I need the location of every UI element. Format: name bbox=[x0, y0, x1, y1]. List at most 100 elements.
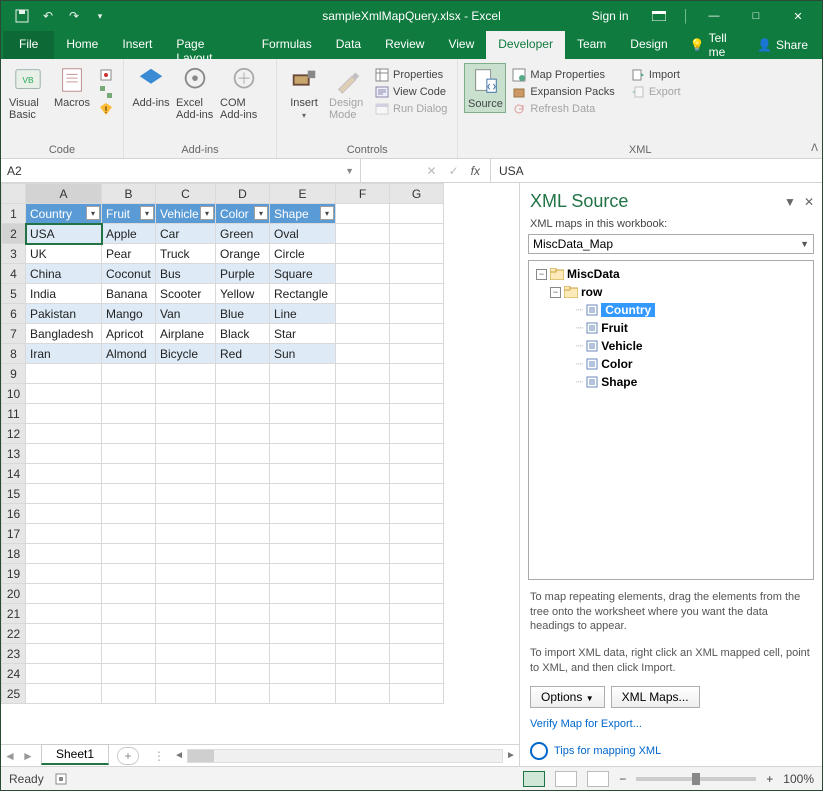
cell[interactable]: Apple bbox=[102, 224, 156, 244]
cell[interactable] bbox=[156, 564, 216, 584]
cell[interactable] bbox=[390, 304, 444, 324]
close-icon[interactable]: ✕ bbox=[778, 4, 818, 28]
cell[interactable] bbox=[26, 464, 102, 484]
cell[interactable] bbox=[390, 664, 444, 684]
tab-data[interactable]: Data bbox=[324, 31, 373, 59]
cell[interactable] bbox=[156, 544, 216, 564]
row-header[interactable]: 21 bbox=[2, 604, 26, 624]
row-header[interactable]: 23 bbox=[2, 644, 26, 664]
row-header[interactable]: 19 bbox=[2, 564, 26, 584]
cell[interactable] bbox=[390, 504, 444, 524]
cell[interactable] bbox=[216, 484, 270, 504]
macro-record-status-icon[interactable] bbox=[54, 772, 68, 786]
cell[interactable] bbox=[216, 464, 270, 484]
cell[interactable] bbox=[216, 504, 270, 524]
column-header[interactable]: C bbox=[156, 184, 216, 204]
cell[interactable] bbox=[26, 364, 102, 384]
cell[interactable]: Iran bbox=[26, 344, 102, 364]
column-header[interactable]: F bbox=[336, 184, 390, 204]
cell[interactable] bbox=[336, 364, 390, 384]
cell[interactable] bbox=[216, 664, 270, 684]
redo-icon[interactable]: ↷ bbox=[63, 5, 85, 27]
sign-in-link[interactable]: Sign in bbox=[592, 9, 629, 23]
cell[interactable] bbox=[102, 484, 156, 504]
cell[interactable] bbox=[336, 244, 390, 264]
cell[interactable] bbox=[336, 204, 390, 224]
options-button[interactable]: Options ▼ bbox=[530, 686, 605, 708]
cell[interactable] bbox=[26, 684, 102, 704]
cell[interactable]: Bicycle bbox=[156, 344, 216, 364]
cell[interactable] bbox=[270, 584, 336, 604]
cell[interactable]: Circle bbox=[270, 244, 336, 264]
cell[interactable] bbox=[26, 624, 102, 644]
cell[interactable]: Car bbox=[156, 224, 216, 244]
tree-node[interactable]: ┈ Country bbox=[533, 301, 809, 319]
cell[interactable] bbox=[102, 384, 156, 404]
qat-customize-icon[interactable]: ▾ bbox=[89, 5, 111, 27]
column-header[interactable]: D bbox=[216, 184, 270, 204]
tab-design[interactable]: Design bbox=[618, 31, 679, 59]
cell[interactable] bbox=[26, 444, 102, 464]
cell[interactable] bbox=[390, 544, 444, 564]
import-button[interactable]: Import bbox=[627, 67, 685, 83]
cell[interactable] bbox=[336, 624, 390, 644]
cell[interactable] bbox=[270, 524, 336, 544]
cell[interactable] bbox=[270, 404, 336, 424]
cell[interactable] bbox=[156, 684, 216, 704]
cell[interactable] bbox=[216, 604, 270, 624]
tree-node[interactable]: ┈ Color bbox=[533, 355, 809, 373]
filter-icon[interactable]: ▾ bbox=[254, 206, 268, 220]
cell[interactable] bbox=[336, 484, 390, 504]
cell[interactable] bbox=[390, 204, 444, 224]
cell[interactable]: Coconut bbox=[102, 264, 156, 284]
cell[interactable]: Pear bbox=[102, 244, 156, 264]
cell[interactable] bbox=[26, 404, 102, 424]
cell[interactable]: Yellow bbox=[216, 284, 270, 304]
cell[interactable] bbox=[216, 684, 270, 704]
cell[interactable] bbox=[336, 344, 390, 364]
horizontal-scrollbar[interactable]: ⋮ ◄► bbox=[153, 749, 519, 763]
cell[interactable] bbox=[156, 624, 216, 644]
ribbon-display-options-icon[interactable] bbox=[639, 4, 679, 28]
row-header[interactable]: 17 bbox=[2, 524, 26, 544]
cell[interactable] bbox=[216, 544, 270, 564]
cell[interactable] bbox=[216, 524, 270, 544]
cell[interactable] bbox=[156, 604, 216, 624]
sheet-nav-prev-icon[interactable]: ◄ bbox=[1, 749, 19, 763]
xml-maps-button[interactable]: XML Maps... bbox=[611, 686, 700, 708]
macro-security-button[interactable]: ! bbox=[95, 101, 117, 117]
view-code-button[interactable]: View Code bbox=[371, 84, 451, 100]
properties-button[interactable]: Properties bbox=[371, 67, 451, 83]
cell[interactable] bbox=[156, 384, 216, 404]
record-macro-button[interactable] bbox=[95, 67, 117, 83]
row-header[interactable]: 9 bbox=[2, 364, 26, 384]
cell[interactable] bbox=[390, 524, 444, 544]
row-header[interactable]: 22 bbox=[2, 624, 26, 644]
visual-basic-button[interactable]: VB Visual Basic bbox=[7, 63, 49, 123]
cell[interactable]: Color▾ bbox=[216, 204, 270, 224]
name-box[interactable]: A2▼ bbox=[1, 159, 361, 182]
cell[interactable]: Red bbox=[216, 344, 270, 364]
cell[interactable] bbox=[26, 504, 102, 524]
cell[interactable]: Apricot bbox=[102, 324, 156, 344]
cell[interactable]: Van bbox=[156, 304, 216, 324]
row-header[interactable]: 24 bbox=[2, 664, 26, 684]
cell[interactable] bbox=[102, 504, 156, 524]
zoom-slider[interactable] bbox=[636, 777, 756, 781]
cell[interactable]: Bus bbox=[156, 264, 216, 284]
row-header[interactable]: 1 bbox=[2, 204, 26, 224]
cell[interactable] bbox=[336, 604, 390, 624]
cell[interactable] bbox=[102, 544, 156, 564]
cell[interactable] bbox=[26, 644, 102, 664]
tab-home[interactable]: Home bbox=[54, 31, 110, 59]
cell[interactable] bbox=[156, 644, 216, 664]
cell[interactable] bbox=[102, 364, 156, 384]
cell[interactable] bbox=[102, 604, 156, 624]
cell[interactable] bbox=[102, 684, 156, 704]
cell[interactable]: Rectangle bbox=[270, 284, 336, 304]
cell[interactable] bbox=[336, 504, 390, 524]
row-header[interactable]: 10 bbox=[2, 384, 26, 404]
cell[interactable] bbox=[390, 384, 444, 404]
filter-icon[interactable]: ▾ bbox=[140, 206, 154, 220]
cell[interactable]: Orange bbox=[216, 244, 270, 264]
